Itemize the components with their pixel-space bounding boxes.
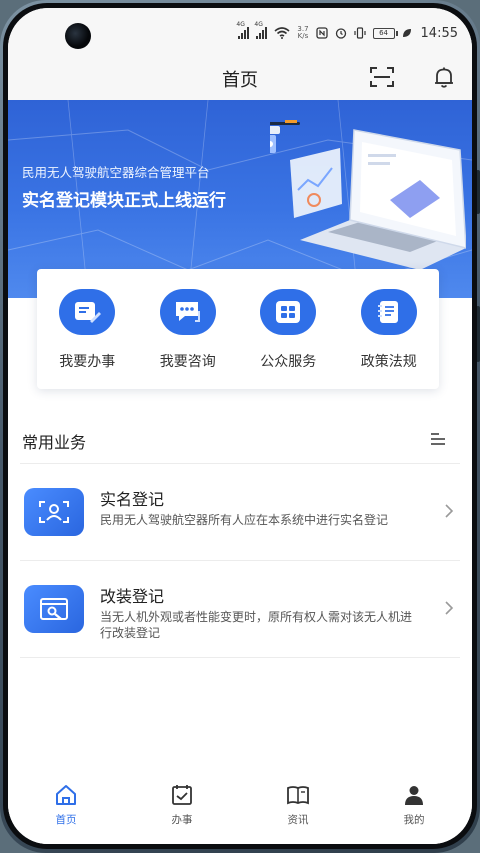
business-desc: 民用无人驾驶航空器所有人应在本系统中进行实名登记 [100,513,389,527]
quick-action-label: 公众服务 [260,354,317,370]
checkbox-icon [172,785,192,805]
signal-tag: 4G [254,21,263,28]
chevron-right-icon [445,504,454,518]
business-item-realname[interactable]: 实名登记 民用无人驾驶航空器所有人应在本系统中进行实名登记 [20,464,460,560]
user-icon [405,786,423,805]
quick-action-label: 政策法规 [360,354,417,370]
scan-icon[interactable] [370,66,394,88]
nav-profile[interactable]: 我的 [356,774,472,844]
camera-icon [65,23,91,49]
quick-action-public-service[interactable]: 公众服务 [240,289,336,371]
section-title: 常用业务 [22,433,87,452]
quick-action-label: 我要咨询 [159,354,216,370]
business-item-modification[interactable]: 改装登记 当无人机外观或者性能变更时，原所有权人需对该无人机进行改装登记 [20,561,460,657]
chat-icon [159,289,216,335]
business-name: 实名登记 [100,490,165,509]
alarm-icon [335,28,346,39]
network-speed: 3.7 K/s [297,26,308,40]
app-header: 首页 [8,52,472,100]
nav-home[interactable]: 首页 [8,774,124,844]
book-icon [287,786,309,805]
leaf-icon [402,29,411,37]
nav-label: 首页 [55,814,77,826]
phone-frame: 4G 4G 3.7 K/s 64 14:55 首页 民用无人驾驶航空器综合管理平… [0,0,480,853]
signal-tag: 4G [236,21,245,28]
page-title: 首页 [222,70,258,91]
list-menu-icon[interactable] [430,432,446,446]
banner-subtitle: 民用无人驾驶航空器综合管理平台 [22,165,210,180]
signal-icon: 4G [236,21,250,39]
status-icons: 4G 4G 3.7 K/s 64 14:55 [236,21,458,42]
clock: 14:55 [420,25,458,41]
vibrate-icon [353,27,366,39]
notebook-icon [360,289,417,335]
nav-news[interactable]: 资讯 [240,774,356,844]
divider [20,657,460,658]
wifi-icon [274,27,290,39]
window-tool-icon [24,585,84,633]
nfc-icon [315,27,328,39]
bottom-nav: 首页 办事 资讯 我的 [8,774,472,844]
nav-label: 办事 [171,814,193,826]
quick-actions-card: 我要办事 我要咨询 公众服务 政策法规 [37,269,439,389]
quick-action-label: 我要办事 [59,354,116,370]
quick-action-apply[interactable]: 我要办事 [39,289,135,371]
nav-label: 我的 [403,814,425,826]
nav-label: 资讯 [287,814,309,826]
speed-unit: K/s [297,32,309,40]
drone-icon [270,120,300,153]
battery-icon: 64 [372,27,398,39]
screen: 4G 4G 3.7 K/s 64 14:55 首页 民用无人驾驶航空器综合管理平… [8,8,472,844]
quick-action-policy[interactable]: 政策法规 [341,289,437,371]
quick-action-consult[interactable]: 我要咨询 [140,289,236,371]
banner-title: 实名登记模块正式上线运行 [22,191,226,211]
nav-tasks[interactable]: 办事 [124,774,240,844]
chevron-right-icon [445,601,454,615]
home-icon [56,785,76,805]
laptop-drone-illustration [270,120,466,270]
business-desc: 当无人机外观或者性能变更时，原所有权人需对该无人机进行改装登记 [100,610,413,640]
bell-icon[interactable] [432,65,456,89]
person-scan-icon [24,488,84,536]
grid-icon [260,289,317,335]
battery-level: 64 [379,28,388,37]
form-edit-icon [59,289,116,335]
signal-icon: 4G [254,21,268,39]
business-name: 改装登记 [100,587,165,606]
